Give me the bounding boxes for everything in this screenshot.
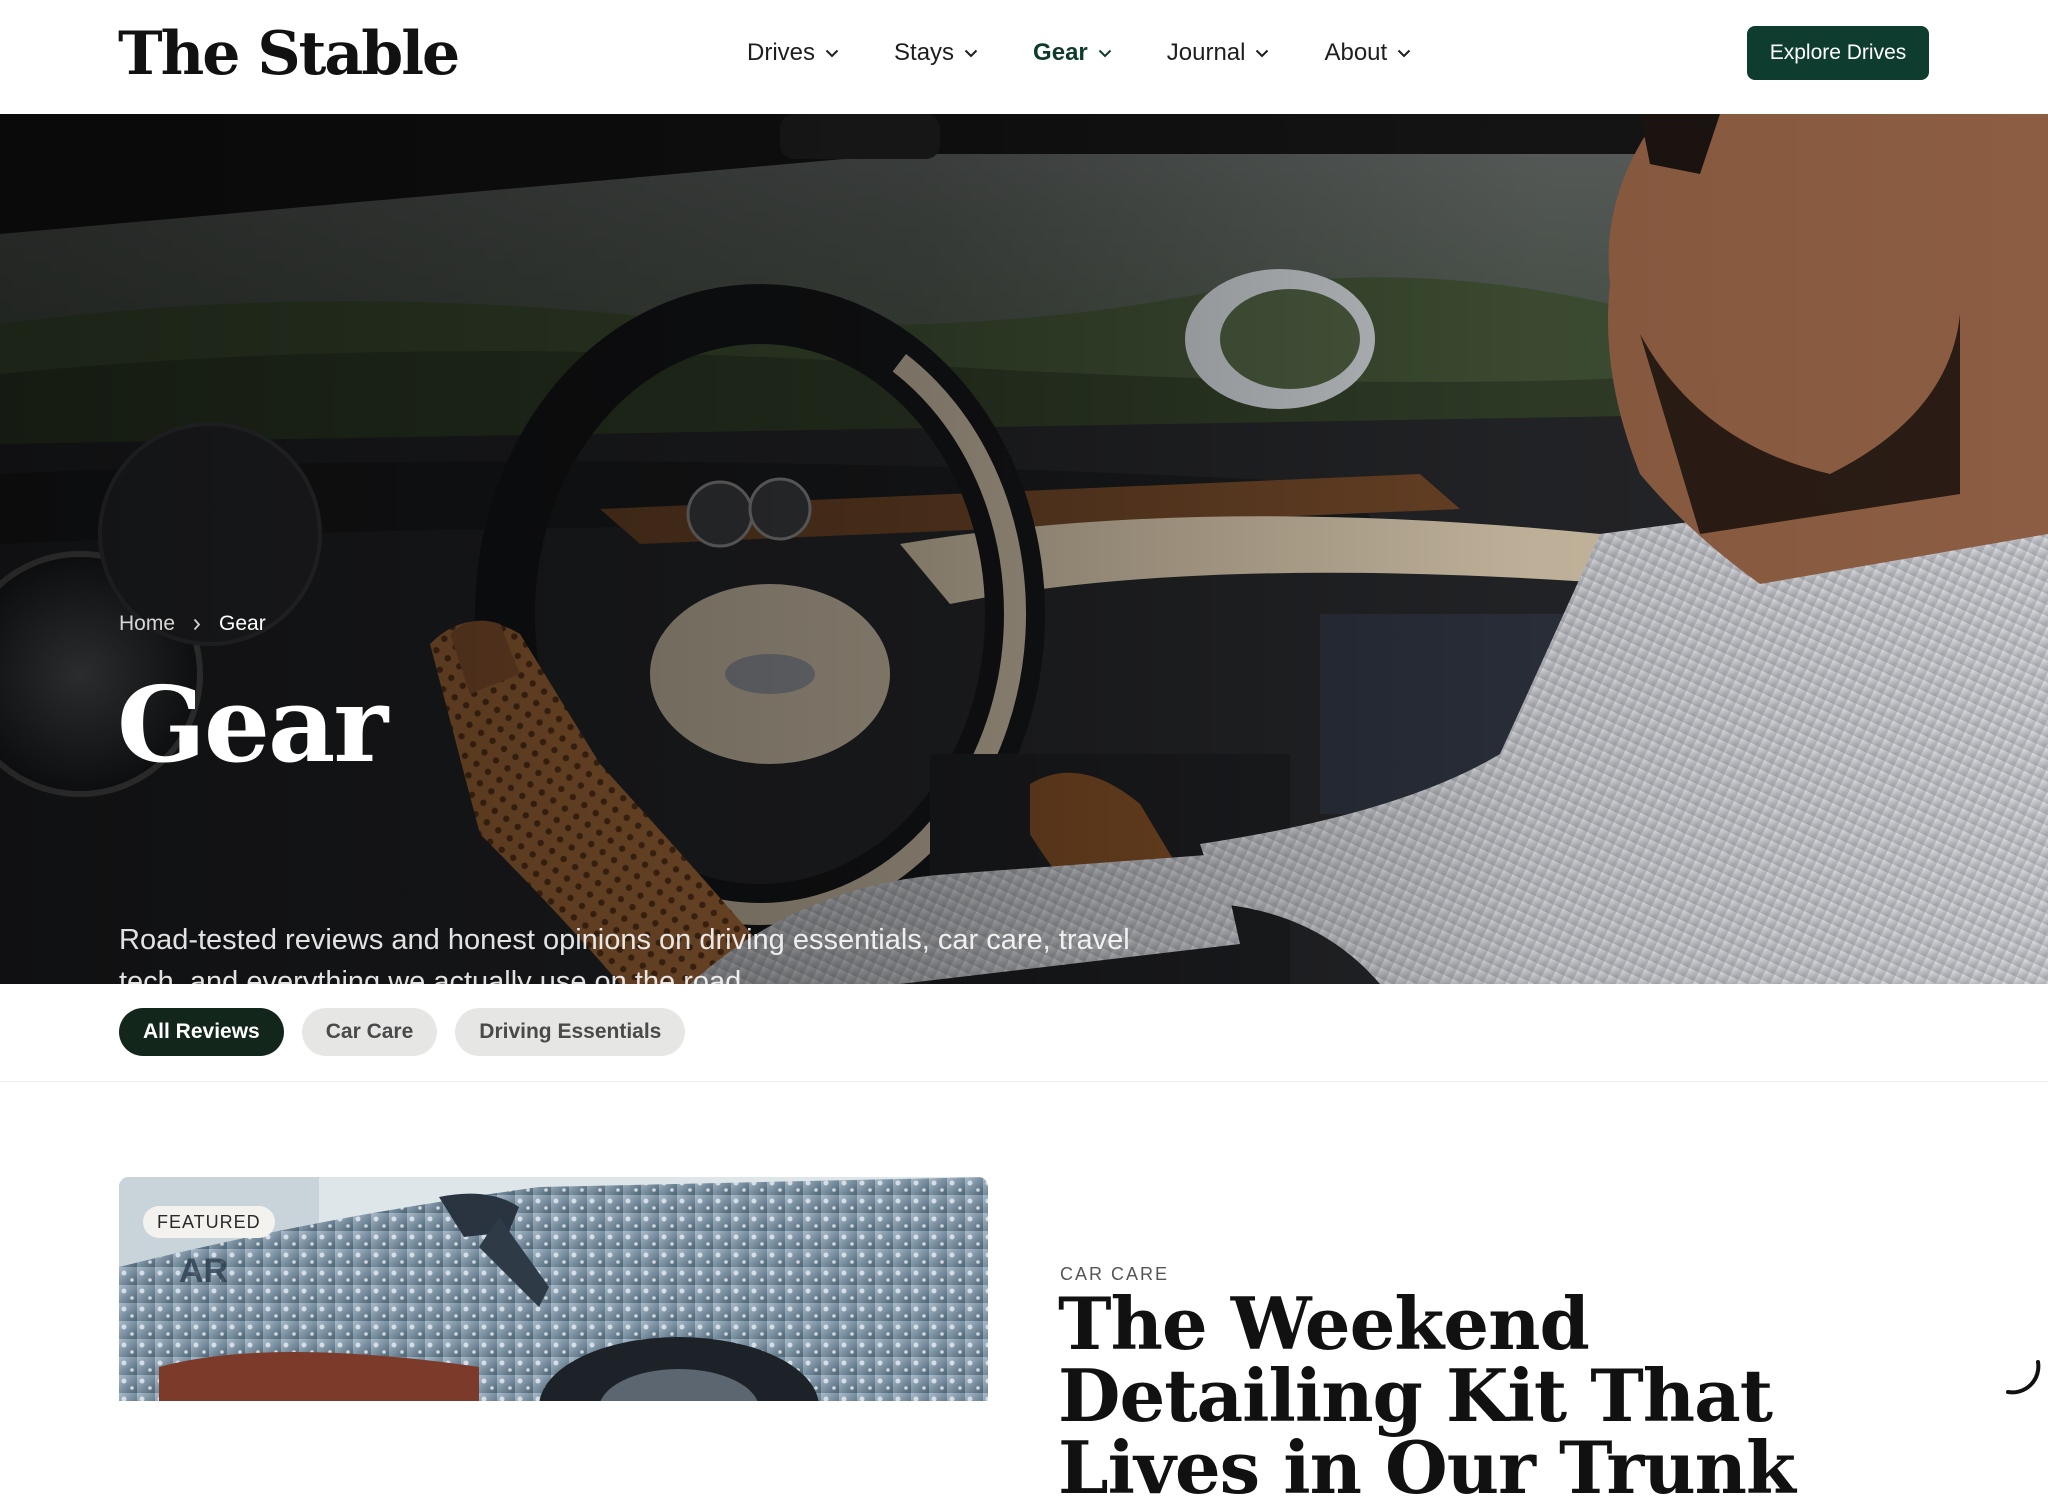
site-header: The Stable Drives Stays Gear Journal Abo…: [0, 0, 2048, 114]
nav-item-drives[interactable]: Drives: [747, 39, 839, 67]
breadcrumb-home-link[interactable]: Home: [119, 612, 175, 636]
nav-item-label: Drives: [747, 39, 816, 66]
featured-badge: FEATURED: [143, 1206, 275, 1238]
filter-pill-driving-essentials[interactable]: Driving Essentials: [455, 1008, 686, 1056]
filter-pill-car-care[interactable]: Car Care: [301, 1008, 438, 1056]
filter-pills: All Reviews Car Care Driving Essentials: [119, 1008, 703, 1056]
hero-overlay: [0, 114, 2048, 984]
chevron-down-icon: [825, 49, 839, 58]
loading-spinner-icon: [2002, 1356, 2042, 1401]
filter-bar: All Reviews Car Care Driving Essentials: [0, 984, 2048, 1082]
breadcrumb-current: Gear: [219, 612, 266, 635]
main-nav: Drives Stays Gear Journal About: [747, 33, 1466, 73]
nav-item-label: Stays: [894, 39, 955, 66]
chevron-right-icon: [193, 618, 201, 631]
chevron-down-icon: [1397, 49, 1411, 58]
nav-item-label: Journal: [1166, 39, 1246, 66]
article-title[interactable]: The Weekend Detailing Kit That Lives in …: [1058, 1288, 1958, 1504]
nav-item-label: Gear: [1033, 39, 1088, 66]
chevron-down-icon: [1255, 49, 1269, 58]
site-logo[interactable]: The Stable: [118, 18, 460, 90]
chevron-down-icon: [964, 49, 978, 58]
chevron-down-icon: [1098, 49, 1112, 58]
page-description: Road-tested reviews and honest opinions …: [119, 924, 1130, 984]
filter-pill-all-reviews[interactable]: All Reviews: [119, 1008, 284, 1056]
nav-item-gear[interactable]: Gear: [1033, 39, 1112, 67]
hero-banner: Home Gear Gear Road-tested reviews and h…: [0, 114, 2048, 984]
breadcrumb: Home Gear: [119, 612, 266, 636]
nav-item-stays[interactable]: Stays: [894, 39, 978, 67]
explore-drives-button[interactable]: Explore Drives: [1747, 26, 1929, 80]
nav-item-label: About: [1324, 39, 1388, 66]
page-title: Gear: [117, 663, 388, 786]
nav-item-about[interactable]: About: [1324, 39, 1411, 67]
svg-text:AR: AR: [179, 1252, 228, 1290]
nav-item-journal[interactable]: Journal: [1167, 39, 1270, 67]
